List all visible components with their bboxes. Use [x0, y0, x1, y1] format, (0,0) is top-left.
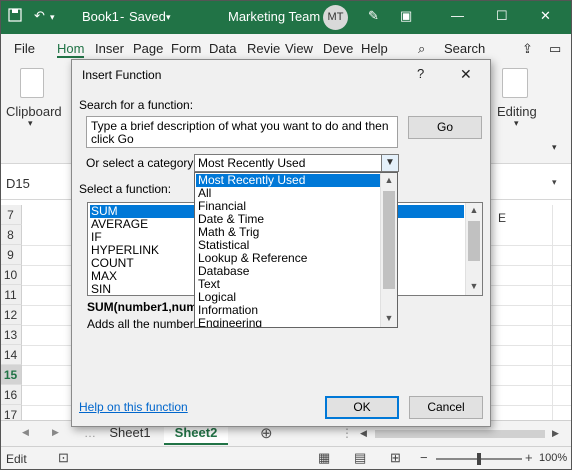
function-signature: SUM(number1,numb — [87, 300, 205, 314]
chevron-down-icon[interactable]: ▾ — [514, 118, 519, 129]
select-function-label: Select a function: — [79, 182, 172, 196]
tab-data[interactable]: Data — [209, 41, 236, 56]
row-header[interactable]: 13 — [0, 325, 22, 345]
name-box[interactable]: D15 — [6, 173, 66, 195]
team-name: Marketing Team — [228, 9, 321, 24]
function-list-scrollbar[interactable]: ▲ ▼ — [465, 203, 482, 295]
accessibility-icon[interactable]: ⊡ — [58, 450, 69, 466]
ribbon-search-label[interactable]: Search — [444, 41, 485, 56]
tab-review[interactable]: Revie — [247, 41, 280, 56]
chevron-down-icon[interactable]: ▼ — [381, 155, 398, 171]
zoom-in-icon[interactable]: + — [525, 450, 533, 465]
collapse-ribbon-icon[interactable]: ▾ — [552, 142, 557, 153]
grid-line — [552, 205, 553, 420]
chevron-down-icon[interactable]: ▾ — [166, 12, 171, 23]
status-mode: Edit — [6, 452, 27, 466]
row-header[interactable]: 8 — [0, 225, 22, 245]
search-label: Search for a function: — [79, 98, 194, 112]
zoom-slider-thumb[interactable] — [477, 453, 481, 465]
normal-view-icon[interactable]: ▦ — [318, 450, 330, 466]
close-icon[interactable]: ✕ — [460, 66, 472, 83]
search-icon[interactable]: ⌕ — [418, 41, 425, 57]
zoom-level[interactable]: 100% — [539, 452, 567, 464]
expand-formula-bar-icon[interactable]: ▾ — [552, 177, 557, 188]
category-select[interactable]: Most Recently Used ▼ — [194, 154, 399, 172]
file-name: Book1 — [82, 9, 119, 24]
row-header[interactable]: 7 — [0, 205, 22, 225]
tab-help[interactable]: Help — [361, 41, 388, 56]
avatar[interactable]: MT — [323, 5, 348, 30]
row-header[interactable]: 16 — [0, 385, 22, 405]
cancel-button[interactable]: Cancel — [409, 396, 483, 419]
scroll-up-icon[interactable]: ▲ — [466, 205, 482, 215]
category-option[interactable]: Information — [196, 304, 381, 317]
row-header-selected[interactable]: 15 — [0, 365, 22, 385]
scroll-up-icon[interactable]: ▲ — [381, 175, 397, 185]
chevron-down-icon[interactable]: ▾ — [50, 12, 55, 23]
tab-file[interactable]: File — [14, 41, 35, 56]
editing-group-label[interactable]: Editing — [497, 104, 537, 119]
category-option[interactable]: Engineering — [196, 317, 381, 327]
tab-page-layout[interactable]: Page — [133, 41, 163, 56]
help-on-function-link[interactable]: Help on this function — [79, 400, 188, 414]
tab-developer[interactable]: Deve — [323, 41, 353, 56]
go-button[interactable]: Go — [408, 116, 482, 139]
scroll-down-icon[interactable]: ▼ — [466, 281, 482, 291]
category-label: Or select a category: — [86, 156, 197, 170]
ok-button[interactable]: OK — [325, 396, 399, 419]
scrollbar-thumb[interactable] — [383, 191, 395, 289]
ribbon-display-icon[interactable]: ▣ — [400, 8, 412, 24]
category-option-selected[interactable]: Most Recently Used — [196, 174, 381, 187]
category-list-scrollbar[interactable]: ▲ ▼ — [380, 173, 397, 327]
ribbon-tabs: File Hom Inser Page Form Data Revie View… — [0, 34, 572, 62]
title-bar: ↶ ▾ Book1 - Saved ▾ Marketing Team MT ✎ … — [0, 0, 572, 34]
tab-home[interactable]: Hom — [57, 41, 85, 58]
separator: - — [120, 9, 125, 24]
scroll-left-icon[interactable]: ◀ — [22, 427, 29, 438]
horizontal-scrollbar[interactable] — [375, 430, 545, 438]
maximize-icon[interactable]: ☐ — [496, 8, 508, 24]
scroll-left-icon[interactable]: ◀ — [360, 428, 367, 439]
row-header[interactable]: 12 — [0, 305, 22, 325]
tab-insert[interactable]: Inser — [95, 41, 124, 56]
scroll-right-icon[interactable]: ▶ — [52, 427, 59, 438]
close-icon[interactable]: ✕ — [540, 8, 551, 24]
dialog-title: Insert Function — [82, 68, 162, 82]
row-header[interactable]: 9 — [0, 245, 22, 265]
status-bar: Edit ⊡ ▦ ▤ ⊞ − + 100% — [0, 446, 572, 470]
comments-icon[interactable]: ▭ — [549, 41, 561, 57]
help-icon[interactable]: ? — [417, 66, 424, 81]
column-header-e[interactable]: E — [498, 211, 506, 225]
category-dropdown-list[interactable]: Most Recently Used All Financial Date & … — [194, 172, 398, 328]
paste-icon[interactable] — [20, 68, 44, 98]
pen-icon[interactable]: ✎ — [368, 8, 379, 24]
tab-split-icon[interactable]: ⋮ — [341, 426, 353, 440]
save-status[interactable]: Saved — [129, 9, 166, 24]
row-header[interactable]: 10 — [0, 265, 22, 285]
minimize-icon[interactable]: — — [451, 8, 464, 23]
page-break-view-icon[interactable]: ⊞ — [390, 450, 401, 466]
page-layout-view-icon[interactable]: ▤ — [354, 450, 366, 466]
tab-formulas[interactable]: Form — [171, 41, 201, 56]
clipboard-group-label[interactable]: Clipboard — [6, 104, 62, 119]
scroll-down-icon[interactable]: ▼ — [381, 313, 397, 323]
more-sheets-icon[interactable]: … — [84, 426, 96, 440]
row-header[interactable]: 14 — [0, 345, 22, 365]
scrollbar-thumb[interactable] — [468, 221, 480, 261]
undo-icon[interactable]: ↶ — [34, 8, 45, 24]
save-icon[interactable] — [8, 8, 22, 25]
chevron-down-icon[interactable]: ▾ — [28, 118, 33, 129]
zoom-out-icon[interactable]: − — [420, 450, 428, 465]
tab-view[interactable]: View — [285, 41, 313, 56]
share-icon[interactable]: ⇪ — [522, 41, 533, 57]
scroll-right-icon[interactable]: ▶ — [552, 428, 559, 439]
find-icon[interactable] — [502, 68, 528, 98]
category-select-value: Most Recently Used — [198, 156, 306, 170]
function-description: Adds all the numbers — [87, 317, 200, 331]
category-option[interactable]: Database — [196, 265, 381, 278]
list-item[interactable]: SIN — [90, 283, 111, 296]
row-header[interactable]: 11 — [0, 285, 22, 305]
function-search-input[interactable]: Type a brief description of what you wan… — [86, 116, 398, 148]
